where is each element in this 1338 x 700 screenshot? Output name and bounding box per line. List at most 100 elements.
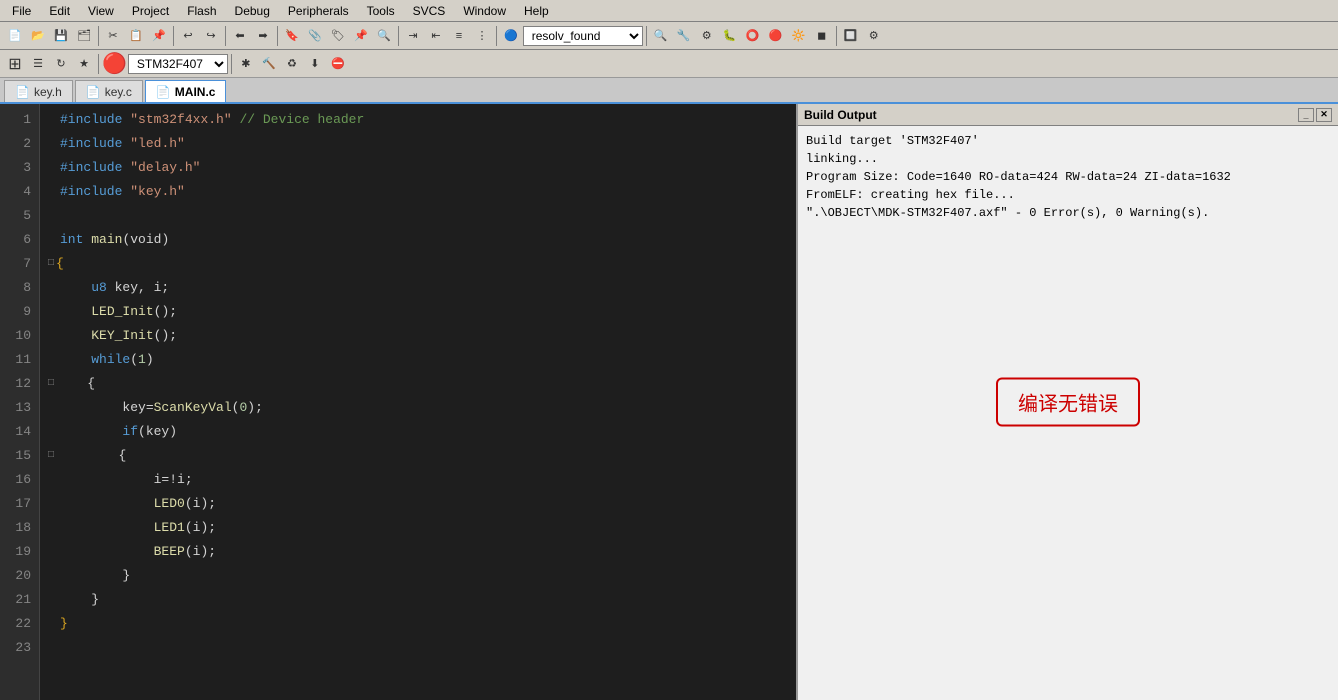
list-button[interactable]: ☰ xyxy=(27,53,49,75)
magic-button[interactable]: ✱ xyxy=(235,53,257,75)
tab-key-c-label: key.c xyxy=(105,85,132,99)
open-file-button[interactable]: 📂 xyxy=(27,25,49,47)
load-button[interactable]: ⬇ xyxy=(304,53,326,75)
sep9 xyxy=(98,54,99,74)
zoom-button[interactable]: 🔲 xyxy=(840,25,862,47)
menu-svcs[interactable]: SVCS xyxy=(405,2,454,20)
bookmark1-button[interactable]: 🔖 xyxy=(281,25,303,47)
grid-button[interactable]: ⊞ xyxy=(4,53,26,75)
line-number-16: 16 xyxy=(8,468,31,492)
line-number-23: 23 xyxy=(8,636,31,660)
code-editor[interactable]: 1234567891011121314151617181920212223 #i… xyxy=(0,104,798,700)
build-output-line: ".\OBJECT\MDK-STM32F407.axf" - 0 Error(s… xyxy=(806,204,1330,222)
config-button[interactable]: ⚙ xyxy=(696,25,718,47)
fold-indicator-15[interactable]: □ xyxy=(48,444,54,468)
line-number-15: 15 xyxy=(8,444,31,468)
format1-button[interactable]: ≡ xyxy=(448,25,470,47)
paste-button[interactable]: 📌 xyxy=(148,25,170,47)
menu-peripherals[interactable]: Peripherals xyxy=(280,2,357,20)
cut-button[interactable]: ✂ xyxy=(102,25,124,47)
build-output-line: linking... xyxy=(806,150,1330,168)
line-number-13: 13 xyxy=(8,396,31,420)
code-line-15: □ { xyxy=(48,444,796,468)
code-line-9: LED_Init(); xyxy=(48,300,796,324)
build-button[interactable]: 🔨 xyxy=(258,53,280,75)
menu-edit[interactable]: Edit xyxy=(41,2,78,20)
redo-button[interactable]: ↪ xyxy=(200,25,222,47)
debug3-button[interactable]: 🔴 xyxy=(765,25,787,47)
settings-button[interactable]: ⚙ xyxy=(863,25,885,47)
save-button[interactable]: 💾 xyxy=(50,25,72,47)
rebuild-button[interactable]: ♻ xyxy=(281,53,303,75)
main-area: 1234567891011121314151617181920212223 #i… xyxy=(0,104,1338,700)
save-all-button[interactable]: 🗂 xyxy=(73,25,95,47)
tab-main-c[interactable]: 📄 MAIN.c xyxy=(145,80,227,102)
build-close-button[interactable]: ✕ xyxy=(1316,108,1332,122)
nav-back-button[interactable]: ⬅ xyxy=(229,25,251,47)
search-button[interactable]: 🔍 xyxy=(650,25,672,47)
code-line-1: #include "stm32f4xx.h" // Device header xyxy=(48,108,796,132)
star-button[interactable]: ★ xyxy=(73,53,95,75)
code-line-21: } xyxy=(48,588,796,612)
bookmark3-button[interactable]: 🏷 xyxy=(327,25,349,47)
copy-button[interactable]: 📋 xyxy=(125,25,147,47)
menu-view[interactable]: View xyxy=(80,2,122,20)
code-line-19: BEEP(i); xyxy=(48,540,796,564)
debug5-button[interactable]: ◼ xyxy=(811,25,833,47)
bookmark2-button[interactable]: 📎 xyxy=(304,25,326,47)
tab-key-c[interactable]: 📄 key.c xyxy=(75,80,143,102)
tab-key-h[interactable]: 📄 key.h xyxy=(4,80,73,102)
line-number-4: 4 xyxy=(8,180,31,204)
refresh-button[interactable]: ↻ xyxy=(50,53,72,75)
build-header-buttons: _ ✕ xyxy=(1298,108,1332,122)
fold-indicator-12[interactable]: □ xyxy=(48,372,54,396)
menu-debug[interactable]: Debug xyxy=(227,2,278,20)
debug1-button[interactable]: 🐛 xyxy=(719,25,741,47)
code-line-2: #include "led.h" xyxy=(48,132,796,156)
tabs-bar: 📄 key.h 📄 key.c 📄 MAIN.c xyxy=(0,78,1338,104)
sep10 xyxy=(231,54,232,74)
menu-flash[interactable]: Flash xyxy=(179,2,224,20)
build-output-line: Program Size: Code=1640 RO-data=424 RW-d… xyxy=(806,168,1330,186)
format2-button[interactable]: ⋮ xyxy=(471,25,493,47)
line-number-19: 19 xyxy=(8,540,31,564)
project-combo[interactable]: STM32F407 xyxy=(128,54,228,74)
toolbar-1: 📄 📂 💾 🗂 ✂ 📋 📌 ↩ ↪ ⬅ ➡ 🔖 📎 🏷 📌 🔍 ⇥ ⇤ ≡ ⋮ … xyxy=(0,22,1338,50)
indent-button[interactable]: ⇥ xyxy=(402,25,424,47)
tab-key-h-icon: 📄 xyxy=(15,85,30,99)
menu-project[interactable]: Project xyxy=(124,2,177,20)
line-number-1: 1 xyxy=(8,108,31,132)
debug2-button[interactable]: ⭕ xyxy=(742,25,764,47)
new-file-button[interactable]: 📄 xyxy=(4,25,26,47)
debug4-button[interactable]: 🔆 xyxy=(788,25,810,47)
code-line-16: i=!i; xyxy=(48,468,796,492)
undo-button[interactable]: ↩ xyxy=(177,25,199,47)
tab-main-c-label: MAIN.c xyxy=(175,85,216,99)
sep8 xyxy=(836,26,837,46)
bookmark4-button[interactable]: 📌 xyxy=(350,25,372,47)
menu-file[interactable]: File xyxy=(4,2,39,20)
code-line-4: #include "key.h" xyxy=(48,180,796,204)
nav-fwd-button[interactable]: ➡ xyxy=(252,25,274,47)
code-line-17: LED0(i); xyxy=(48,492,796,516)
menu-tools[interactable]: Tools xyxy=(359,2,403,20)
no-error-badge: 编译无错误 xyxy=(996,378,1140,427)
tab-main-c-icon: 📄 xyxy=(156,85,171,99)
unindent-button[interactable]: ⇤ xyxy=(425,25,447,47)
menu-help[interactable]: Help xyxy=(516,2,557,20)
target-combo[interactable]: resolv_found xyxy=(523,26,643,46)
stop-button[interactable]: ⛔ xyxy=(327,53,349,75)
line-number-9: 9 xyxy=(8,300,31,324)
code-line-6: int main(void) xyxy=(48,228,796,252)
code-lines[interactable]: #include "stm32f4xx.h" // Device header#… xyxy=(40,104,796,700)
build-minimize-button[interactable]: _ xyxy=(1298,108,1314,122)
line-number-11: 11 xyxy=(8,348,31,372)
build-output-panel: Build Output _ ✕ Build target 'STM32F407… xyxy=(798,104,1338,700)
tool-button[interactable]: 🔧 xyxy=(673,25,695,47)
code-line-13: key=ScanKeyVal(0); xyxy=(48,396,796,420)
line-number-17: 17 xyxy=(8,492,31,516)
fold-indicator-7[interactable]: □ xyxy=(48,252,54,276)
tab-key-c-icon: 📄 xyxy=(86,85,101,99)
bookmark5-button[interactable]: 🔍 xyxy=(373,25,395,47)
menu-window[interactable]: Window xyxy=(455,2,514,20)
